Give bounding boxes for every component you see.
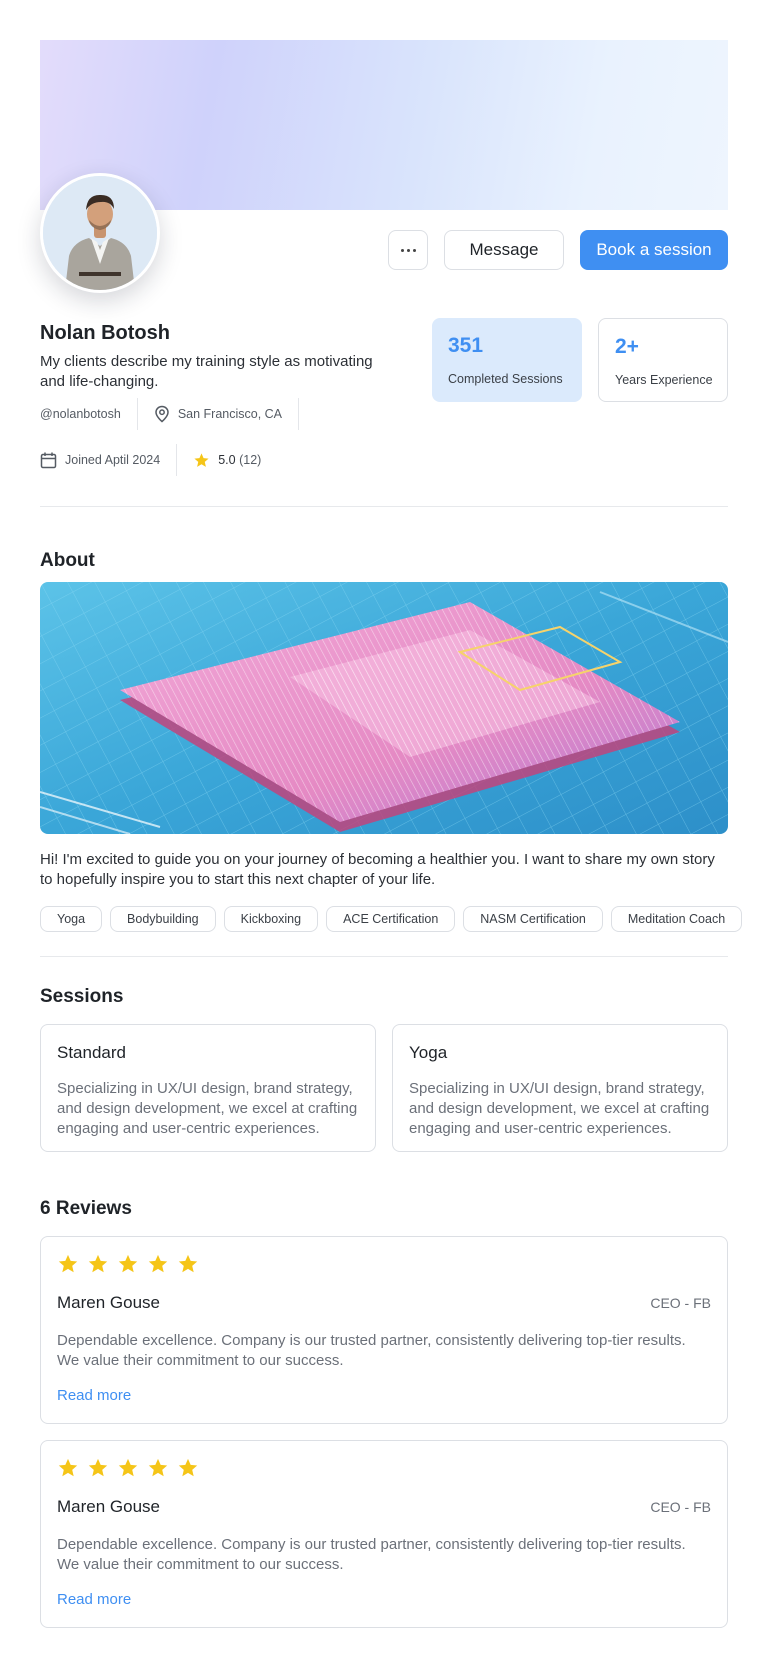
tag[interactable]: Meditation Coach — [610, 906, 743, 932]
location-text: San Francisco, CA — [177, 407, 283, 421]
calendar-icon — [40, 452, 57, 468]
read-more-link[interactable]: Read more — [57, 1387, 131, 1404]
review-text: Dependable excellence. Company is our tr… — [57, 1332, 686, 1369]
star-icon — [88, 1254, 108, 1273]
star-icon — [148, 1254, 168, 1273]
session-description: Specializing in UX/UI design, brand stra… — [57, 1080, 358, 1137]
divider — [40, 956, 728, 957]
rating-count: (12) — [239, 453, 262, 467]
avatar — [40, 173, 160, 293]
stat-value: 351 — [448, 334, 484, 357]
profile-bio: My clients describe my training style as… — [40, 353, 373, 390]
star-icon — [118, 1254, 138, 1273]
divider — [40, 506, 728, 507]
location-pin-icon — [155, 405, 169, 423]
reviews-heading: 6 Reviews — [40, 1198, 132, 1219]
handle-text: @nolanbotosh — [40, 407, 121, 421]
stat-value: 2+ — [615, 335, 639, 358]
location: San Francisco, CA — [154, 398, 300, 430]
profile-meta-row: @nolanbotosh San Francisco, CA — [40, 398, 347, 430]
read-more-link[interactable]: Read more — [57, 1591, 131, 1608]
review-text: Dependable excellence. Company is our tr… — [57, 1536, 686, 1573]
review-stars — [57, 1253, 711, 1275]
profile-meta-row-2: Joined Aptil 2024 5.0 (12) — [40, 444, 293, 476]
session-title: Standard — [57, 1043, 126, 1062]
message-button[interactable]: Message — [444, 230, 564, 270]
star-icon — [178, 1458, 198, 1477]
rating-value: 5.0 — [218, 453, 236, 467]
star-icon — [118, 1458, 138, 1477]
reviewer-name: Maren Gouse — [57, 1497, 160, 1516]
more-options-button[interactable] — [388, 230, 428, 270]
sessions-heading: Sessions — [40, 986, 124, 1007]
star-icon — [148, 1458, 168, 1477]
stat-completed-sessions: 351 Completed Sessions — [432, 318, 582, 402]
tag[interactable]: ACE Certification — [326, 906, 456, 932]
tag[interactable]: NASM Certification — [463, 906, 603, 932]
reviewer-name: Maren Gouse — [57, 1293, 160, 1312]
star-icon — [178, 1254, 198, 1273]
tag-list: Yoga Bodybuilding Kickboxing ACE Certifi… — [40, 906, 743, 932]
review-header: Maren Gouse CEO - FB — [57, 1293, 711, 1313]
star-icon — [58, 1254, 78, 1273]
about-text: Hi! I'm excited to guide you on your jou… — [40, 851, 715, 888]
stat-label: Completed Sessions — [448, 372, 563, 386]
session-description: Specializing in UX/UI design, brand stra… — [409, 1080, 710, 1137]
session-card-yoga[interactable]: Yoga Specializing in UX/UI design, brand… — [392, 1024, 728, 1152]
more-dots-icon — [400, 248, 416, 252]
stat-label: Years Experience — [615, 373, 713, 387]
book-session-button[interactable]: Book a session — [580, 230, 728, 270]
tag[interactable]: Bodybuilding — [110, 906, 216, 932]
about-image — [40, 582, 728, 834]
rating: 5.0 (12) — [193, 444, 277, 476]
about-heading: About — [40, 550, 95, 571]
star-icon — [58, 1458, 78, 1477]
tag[interactable]: Yoga — [40, 906, 103, 932]
session-card-standard[interactable]: Standard Specializing in UX/UI design, b… — [40, 1024, 376, 1152]
handle: @nolanbotosh — [40, 398, 138, 430]
joined-date: Joined Aptil 2024 — [40, 444, 178, 476]
stat-years-experience: 2+ Years Experience — [598, 318, 728, 402]
star-icon — [194, 452, 209, 467]
joined-text: Joined Aptil 2024 — [65, 453, 161, 467]
session-title: Yoga — [409, 1043, 448, 1062]
star-icon — [88, 1458, 108, 1477]
review-card: Maren Gouse CEO - FB Dependable excellen… — [40, 1440, 728, 1628]
cover-banner — [40, 40, 728, 210]
profile-name: Nolan Botosh — [40, 322, 170, 344]
tag[interactable]: Kickboxing — [223, 906, 319, 932]
review-card: Maren Gouse CEO - FB Dependable excellen… — [40, 1236, 728, 1424]
reviewer-role: CEO - FB — [650, 1499, 711, 1515]
profile-actions: Message Book a session — [388, 230, 728, 270]
review-header: Maren Gouse CEO - FB — [57, 1497, 711, 1517]
review-stars — [57, 1457, 711, 1479]
reviewer-role: CEO - FB — [650, 1295, 711, 1311]
